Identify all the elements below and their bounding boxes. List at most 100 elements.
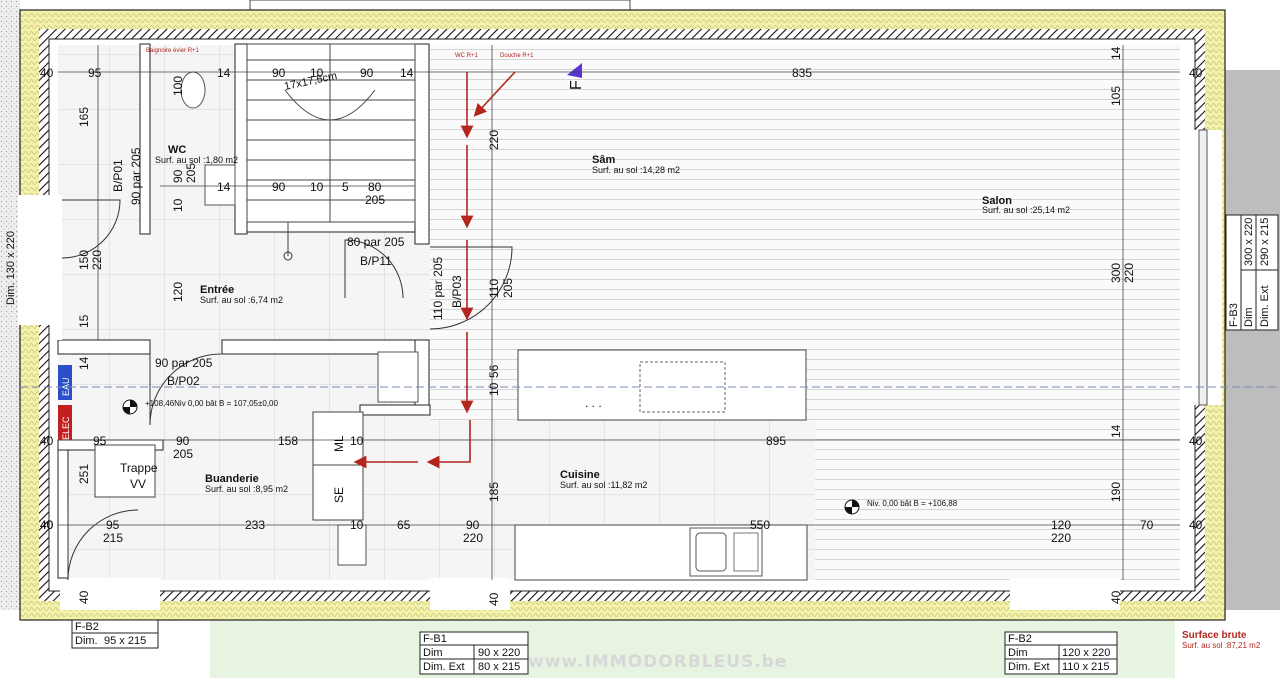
dim-bot-251: 251 xyxy=(77,464,91,484)
door-bp01-id: B/P01 xyxy=(111,159,125,192)
front-door-opening xyxy=(18,195,62,325)
fb2-ext-label: Dim. Ext xyxy=(1008,661,1050,673)
dim-bot-215: 215 xyxy=(103,531,123,545)
door-bp03-size: 110 par 205 xyxy=(431,257,445,320)
fb1-dim: 90 x 220 xyxy=(478,647,520,659)
dim-wc-100: 100 xyxy=(171,76,185,96)
dim-top-14b: 14 xyxy=(400,66,414,80)
dim-stair-90: 90 xyxy=(272,180,286,194)
dim-sam-110: 110 xyxy=(487,279,501,298)
baignoire-label: Baignoire évier R+1 xyxy=(146,48,200,54)
dim-top-40: 40 xyxy=(40,66,54,80)
dim-right-40b: 40 xyxy=(1189,434,1203,448)
fb1-dim-label: Dim xyxy=(423,647,443,659)
fb3-ext-label: Dim. Ext xyxy=(1259,285,1271,327)
dim-bot-65: 65 xyxy=(397,518,411,532)
dim-right-300: 300 xyxy=(1109,263,1123,283)
eau-label: EAU xyxy=(61,377,71,396)
dim-stair-5: 5 xyxy=(342,180,349,194)
dim-stair-14: 14 xyxy=(217,180,231,194)
surface-brute-value: Surf. au sol :87,21 m2 xyxy=(1182,641,1261,650)
dim-bot-10: 10 xyxy=(350,434,364,448)
room-cuisine-surface: Surf. au sol :11,82 m2 xyxy=(560,480,647,490)
room-salon-surface: Surf. au sol :25,14 m2 xyxy=(982,205,1070,215)
fb2-ext: 110 x 215 xyxy=(1062,661,1110,673)
dim-bot-120: 120 xyxy=(1051,518,1071,532)
level-salon: Niv. 0,00 bât B = +106,88 xyxy=(867,499,958,508)
dim-bot-95: 95 xyxy=(93,434,107,448)
dim-right-190: 190 xyxy=(1109,482,1123,502)
dim-wc-165: 165 xyxy=(77,107,91,127)
door-bp11-id: B/P11 xyxy=(360,254,392,268)
f-marker: F xyxy=(568,80,585,90)
fb1-ext-label: Dim. Ext xyxy=(423,661,465,673)
dim-entry-120: 120 xyxy=(171,282,185,302)
frame-table-fb2-left: F-B2 Dim. 95 x 215 xyxy=(71,619,159,649)
room-wc-surface: Surf. au sol :1,80 m2 xyxy=(155,155,238,165)
dim-entry-15: 15 xyxy=(77,314,91,328)
fb2-dim-label: Dim xyxy=(1008,647,1028,659)
kitchen-counter xyxy=(514,524,808,581)
fb3-ext: 290 x 215 xyxy=(1259,218,1271,266)
dim-wc-10: 10 xyxy=(171,198,185,212)
buanderie-door-opening xyxy=(60,578,160,610)
dim-bot-233: 233 xyxy=(245,518,265,532)
dim-sam-10: 10 xyxy=(487,382,501,396)
level-marker-buanderie xyxy=(122,399,138,415)
dim-right-14b: 14 xyxy=(1109,424,1123,438)
room-entree-surface: Surf. au sol :6,74 m2 xyxy=(200,295,283,305)
svg-text:. . .: . . . xyxy=(585,396,602,410)
fb2-title: F-B2 xyxy=(1008,633,1032,645)
watermark: www.IMMODORBLEUS.be xyxy=(528,652,787,672)
dim-top-835: 835 xyxy=(792,66,812,80)
dim-bot-220b: 220 xyxy=(1051,531,1071,545)
dim-sam-220: 220 xyxy=(487,130,501,150)
frame-table-fb3: F-B3 Dim 300 x 220 Dim. Ext 290 x 215 xyxy=(1225,214,1279,331)
cupboard xyxy=(377,351,419,403)
fb1-ext: 80 x 215 xyxy=(478,661,520,673)
dim-top-14a: 14 xyxy=(217,66,231,80)
fb3-dim: 300 x 220 xyxy=(1243,218,1255,266)
fb2-left-ext: 95 x 215 xyxy=(104,635,146,647)
dim-bot-895: 895 xyxy=(766,434,786,448)
ml-label: ML xyxy=(332,435,346,452)
dim-right-105: 105 xyxy=(1109,86,1123,106)
dim-top-95: 95 xyxy=(88,66,102,80)
dim-bot-40c: 40 xyxy=(1109,590,1123,604)
dim-stair-80: 80 xyxy=(368,180,382,194)
dim-sam-205: 205 xyxy=(501,278,515,298)
dim-bot-40a: 40 xyxy=(77,590,91,604)
trappe-code: VV xyxy=(130,477,146,491)
room-buanderie-surface: Surf. au sol :8,95 m2 xyxy=(205,484,288,494)
dim-sam-185: 185 xyxy=(487,482,501,502)
dim-right-220: 220 xyxy=(1122,263,1136,283)
level-buanderie: +108,46Niv 0,00 bât B = 107,05±0,00 xyxy=(145,399,278,408)
left-frame-dim: Dim. 130 x 220 xyxy=(5,231,17,305)
dim-right-40c: 40 xyxy=(1189,518,1203,532)
floor-plan: . . . F 40 95 14 90 10 90 14 835 90 10 5… xyxy=(0,0,1280,678)
dim-left-14: 14 xyxy=(77,356,91,370)
fb2-left-ext-label: Dim. xyxy=(75,635,98,647)
dim-top-90a: 90 xyxy=(272,66,286,80)
dim-bot-40b: 40 xyxy=(487,592,501,606)
door-bp01-size: 90 par 205 xyxy=(129,147,143,205)
wc-r1-label: WC R+1 xyxy=(455,53,479,59)
fb3-title: F-B3 xyxy=(1228,303,1240,327)
dim-bot-220: 220 xyxy=(463,531,483,545)
fb3-dim-label: Dim xyxy=(1243,307,1255,327)
door-bp03-id: B/P03 xyxy=(450,275,464,308)
douche-r1-label: Douche R+1 xyxy=(500,53,534,59)
door-bp11-size: 80 par 205 xyxy=(347,235,405,249)
dim-bot-90b: 90 xyxy=(466,518,480,532)
level-marker-salon xyxy=(844,499,860,515)
dim-bot-90: 90 xyxy=(176,434,190,448)
dim-stair-205: 205 xyxy=(365,193,385,207)
salon-bay-opening xyxy=(1010,578,1120,610)
dim-bot-70: 70 xyxy=(1140,518,1154,532)
dim-entry-220: 220 xyxy=(90,250,104,270)
dim-bot-158: 158 xyxy=(278,434,298,448)
fb2-left-title: F-B2 xyxy=(75,621,99,633)
frame-table-fb1: F-B1 Dim 90 x 220 Dim. Ext 80 x 215 xyxy=(419,631,529,675)
dim-entry-150: 150 xyxy=(77,250,91,270)
trappe-label: Trappe xyxy=(120,461,158,475)
